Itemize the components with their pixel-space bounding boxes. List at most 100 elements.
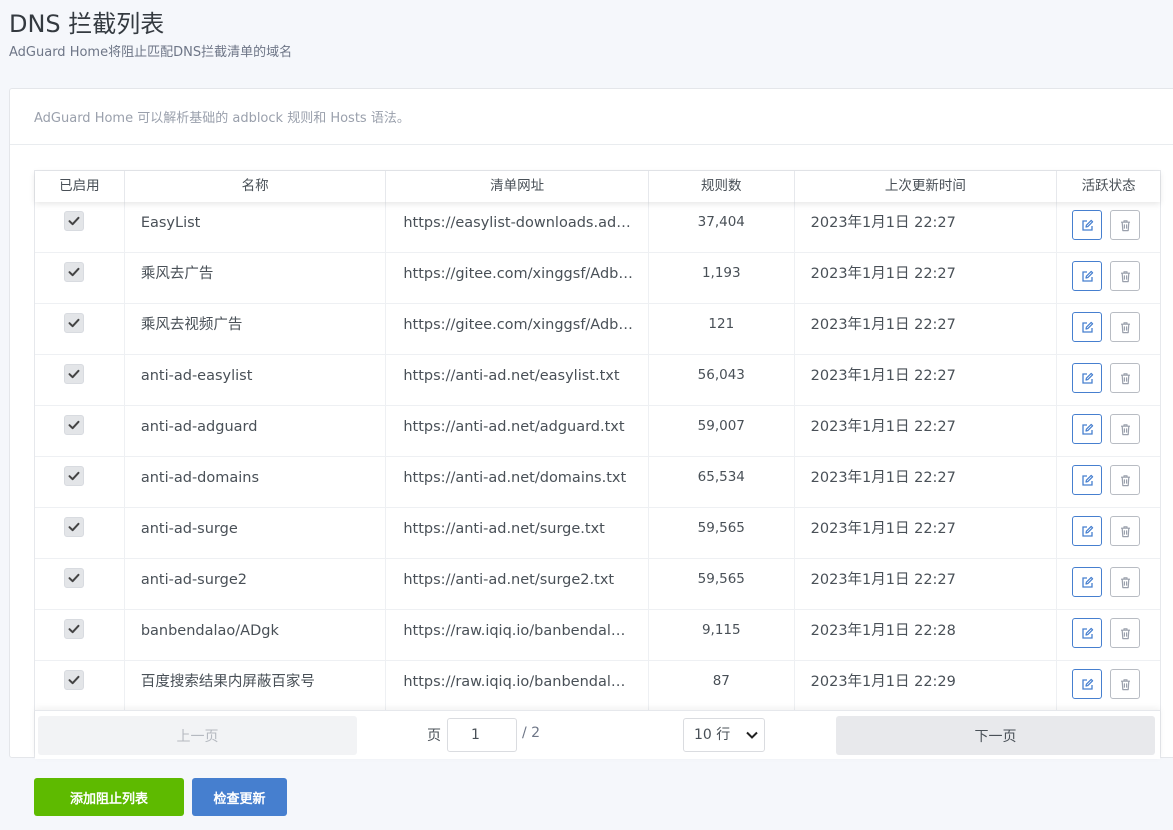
column-header-updated[interactable]: 上次更新时间 xyxy=(795,171,1058,202)
cell-url: https://gitee.com/xinggsf/Adblock-Rule/r… xyxy=(386,253,649,304)
enabled-checkbox[interactable] xyxy=(64,568,84,588)
cell-rules: 59,565 xyxy=(649,508,795,559)
cell-url: https://easylist-downloads.adblockplus.o… xyxy=(386,202,649,253)
cell-name: 乘风去广告 xyxy=(125,253,387,304)
edit-button[interactable] xyxy=(1072,618,1103,648)
cell-updated: 2023年1月1日 22:27 xyxy=(795,304,1058,355)
next-page-button[interactable]: 下一页 xyxy=(836,716,1155,755)
trash-icon xyxy=(1121,271,1131,283)
enabled-checkbox[interactable] xyxy=(64,415,84,435)
cell-updated: 2023年1月1日 22:27 xyxy=(795,406,1058,457)
check-updates-button[interactable]: 检查更新 xyxy=(192,778,287,816)
cell-name: anti-ad-easylist xyxy=(125,355,387,406)
edit-button[interactable] xyxy=(1072,465,1103,495)
cell-updated: 2023年1月1日 22:28 xyxy=(795,610,1058,661)
delete-button[interactable] xyxy=(1110,363,1141,393)
enabled-checkbox[interactable] xyxy=(64,619,84,639)
enabled-checkbox[interactable] xyxy=(64,670,84,690)
delete-button[interactable] xyxy=(1110,261,1141,291)
cell-enabled xyxy=(35,355,125,406)
edit-icon xyxy=(1082,270,1094,282)
edit-icon xyxy=(1082,372,1094,384)
enabled-checkbox[interactable] xyxy=(64,364,84,384)
edit-button[interactable] xyxy=(1072,516,1103,546)
cell-url: https://anti-ad.net/surge.txt xyxy=(386,508,649,559)
cell-name: banbendalao/ADgk xyxy=(125,610,387,661)
column-header-enabled[interactable]: 已启用 xyxy=(35,171,125,202)
delete-button[interactable] xyxy=(1110,414,1141,444)
enabled-checkbox[interactable] xyxy=(64,466,84,486)
trash-icon xyxy=(1121,322,1131,334)
rows-per-page-select[interactable]: 10 行 xyxy=(683,718,765,752)
column-header-rules[interactable]: 规则数 xyxy=(649,171,795,202)
delete-button[interactable] xyxy=(1110,312,1141,342)
edit-icon xyxy=(1082,576,1094,588)
check-icon xyxy=(68,522,80,532)
chevron-down-icon xyxy=(746,731,758,739)
check-icon xyxy=(68,573,80,583)
cell-actions xyxy=(1057,355,1160,406)
delete-button[interactable] xyxy=(1110,516,1141,546)
cell-enabled xyxy=(35,406,125,457)
column-header-name[interactable]: 名称 xyxy=(125,171,387,202)
table-row: anti-ad-surge https://anti-ad.net/surge.t… xyxy=(35,508,1160,559)
trash-icon xyxy=(1121,220,1131,232)
enabled-checkbox[interactable] xyxy=(64,211,84,231)
cell-url: https://anti-ad.net/surge2.txt xyxy=(386,559,649,610)
cell-updated: 2023年1月1日 22:27 xyxy=(795,457,1058,508)
cell-enabled xyxy=(35,661,125,712)
cell-rules: 121 xyxy=(649,304,795,355)
page-total: / 2 xyxy=(522,725,541,741)
trash-icon xyxy=(1121,424,1131,436)
cell-name: 百度搜索结果内屏蔽百家号 xyxy=(125,661,387,712)
edit-button[interactable] xyxy=(1072,567,1103,597)
delete-button[interactable] xyxy=(1110,210,1141,240)
edit-icon xyxy=(1082,627,1094,639)
check-icon xyxy=(68,216,80,226)
table-header: 已启用 名称 清单网址 规则数 上次更新时间 活跃状态 xyxy=(35,171,1160,202)
cell-updated: 2023年1月1日 22:27 xyxy=(795,508,1058,559)
cell-enabled xyxy=(35,253,125,304)
page-number-input[interactable] xyxy=(447,718,517,752)
edit-button[interactable] xyxy=(1072,261,1103,291)
table-body: EasyList https://easylist-downloads.adblo… xyxy=(35,202,1160,712)
table-row: anti-ad-surge2 https://anti-ad.net/surge2… xyxy=(35,559,1160,610)
trash-icon xyxy=(1121,475,1131,487)
edit-button[interactable] xyxy=(1072,312,1103,342)
edit-icon xyxy=(1082,474,1094,486)
check-icon xyxy=(68,267,80,277)
cell-url: https://raw.iqiq.io/banbendalao/ADgk/mas… xyxy=(386,661,649,712)
edit-icon xyxy=(1082,678,1094,690)
cell-rules: 56,043 xyxy=(649,355,795,406)
edit-button[interactable] xyxy=(1072,414,1103,444)
edit-button[interactable] xyxy=(1072,363,1103,393)
cell-url: https://anti-ad.net/easylist.txt xyxy=(386,355,649,406)
page-header: DNS 拦截列表 AdGuard Home将阻止匹配DNS拦截清单的域名 xyxy=(9,8,292,62)
add-blocklist-button[interactable]: 添加阻止列表 xyxy=(34,778,184,816)
trash-icon xyxy=(1121,373,1131,385)
cell-updated: 2023年1月1日 22:27 xyxy=(795,559,1058,610)
enabled-checkbox[interactable] xyxy=(64,313,84,333)
page-label: 页 xyxy=(427,728,441,744)
page-title: DNS 拦截列表 xyxy=(9,10,165,38)
enabled-checkbox[interactable] xyxy=(64,262,84,282)
delete-button[interactable] xyxy=(1110,567,1141,597)
table-row: 乘风去视频广告 https://gitee.com/xinggsf/Adblock… xyxy=(35,304,1160,355)
table-row: anti-ad-adguard https://anti-ad.net/adgua… xyxy=(35,406,1160,457)
table-row: EasyList https://easylist-downloads.adblo… xyxy=(35,202,1160,253)
previous-page-button[interactable]: 上一页 xyxy=(38,716,357,755)
delete-button[interactable] xyxy=(1110,618,1141,648)
enabled-checkbox[interactable] xyxy=(64,517,84,537)
edit-button[interactable] xyxy=(1072,669,1103,699)
cell-enabled xyxy=(35,610,125,661)
delete-button[interactable] xyxy=(1110,669,1141,699)
edit-button[interactable] xyxy=(1072,210,1103,240)
cell-rules: 59,565 xyxy=(649,559,795,610)
card-note: AdGuard Home 可以解析基础的 adblock 规则和 Hosts 语… xyxy=(10,89,1173,145)
cell-actions xyxy=(1057,661,1160,712)
edit-icon xyxy=(1082,321,1094,333)
column-header-url[interactable]: 清单网址 xyxy=(386,171,649,202)
cell-rules: 37,404 xyxy=(649,202,795,253)
cell-enabled xyxy=(35,202,125,253)
delete-button[interactable] xyxy=(1110,465,1141,495)
